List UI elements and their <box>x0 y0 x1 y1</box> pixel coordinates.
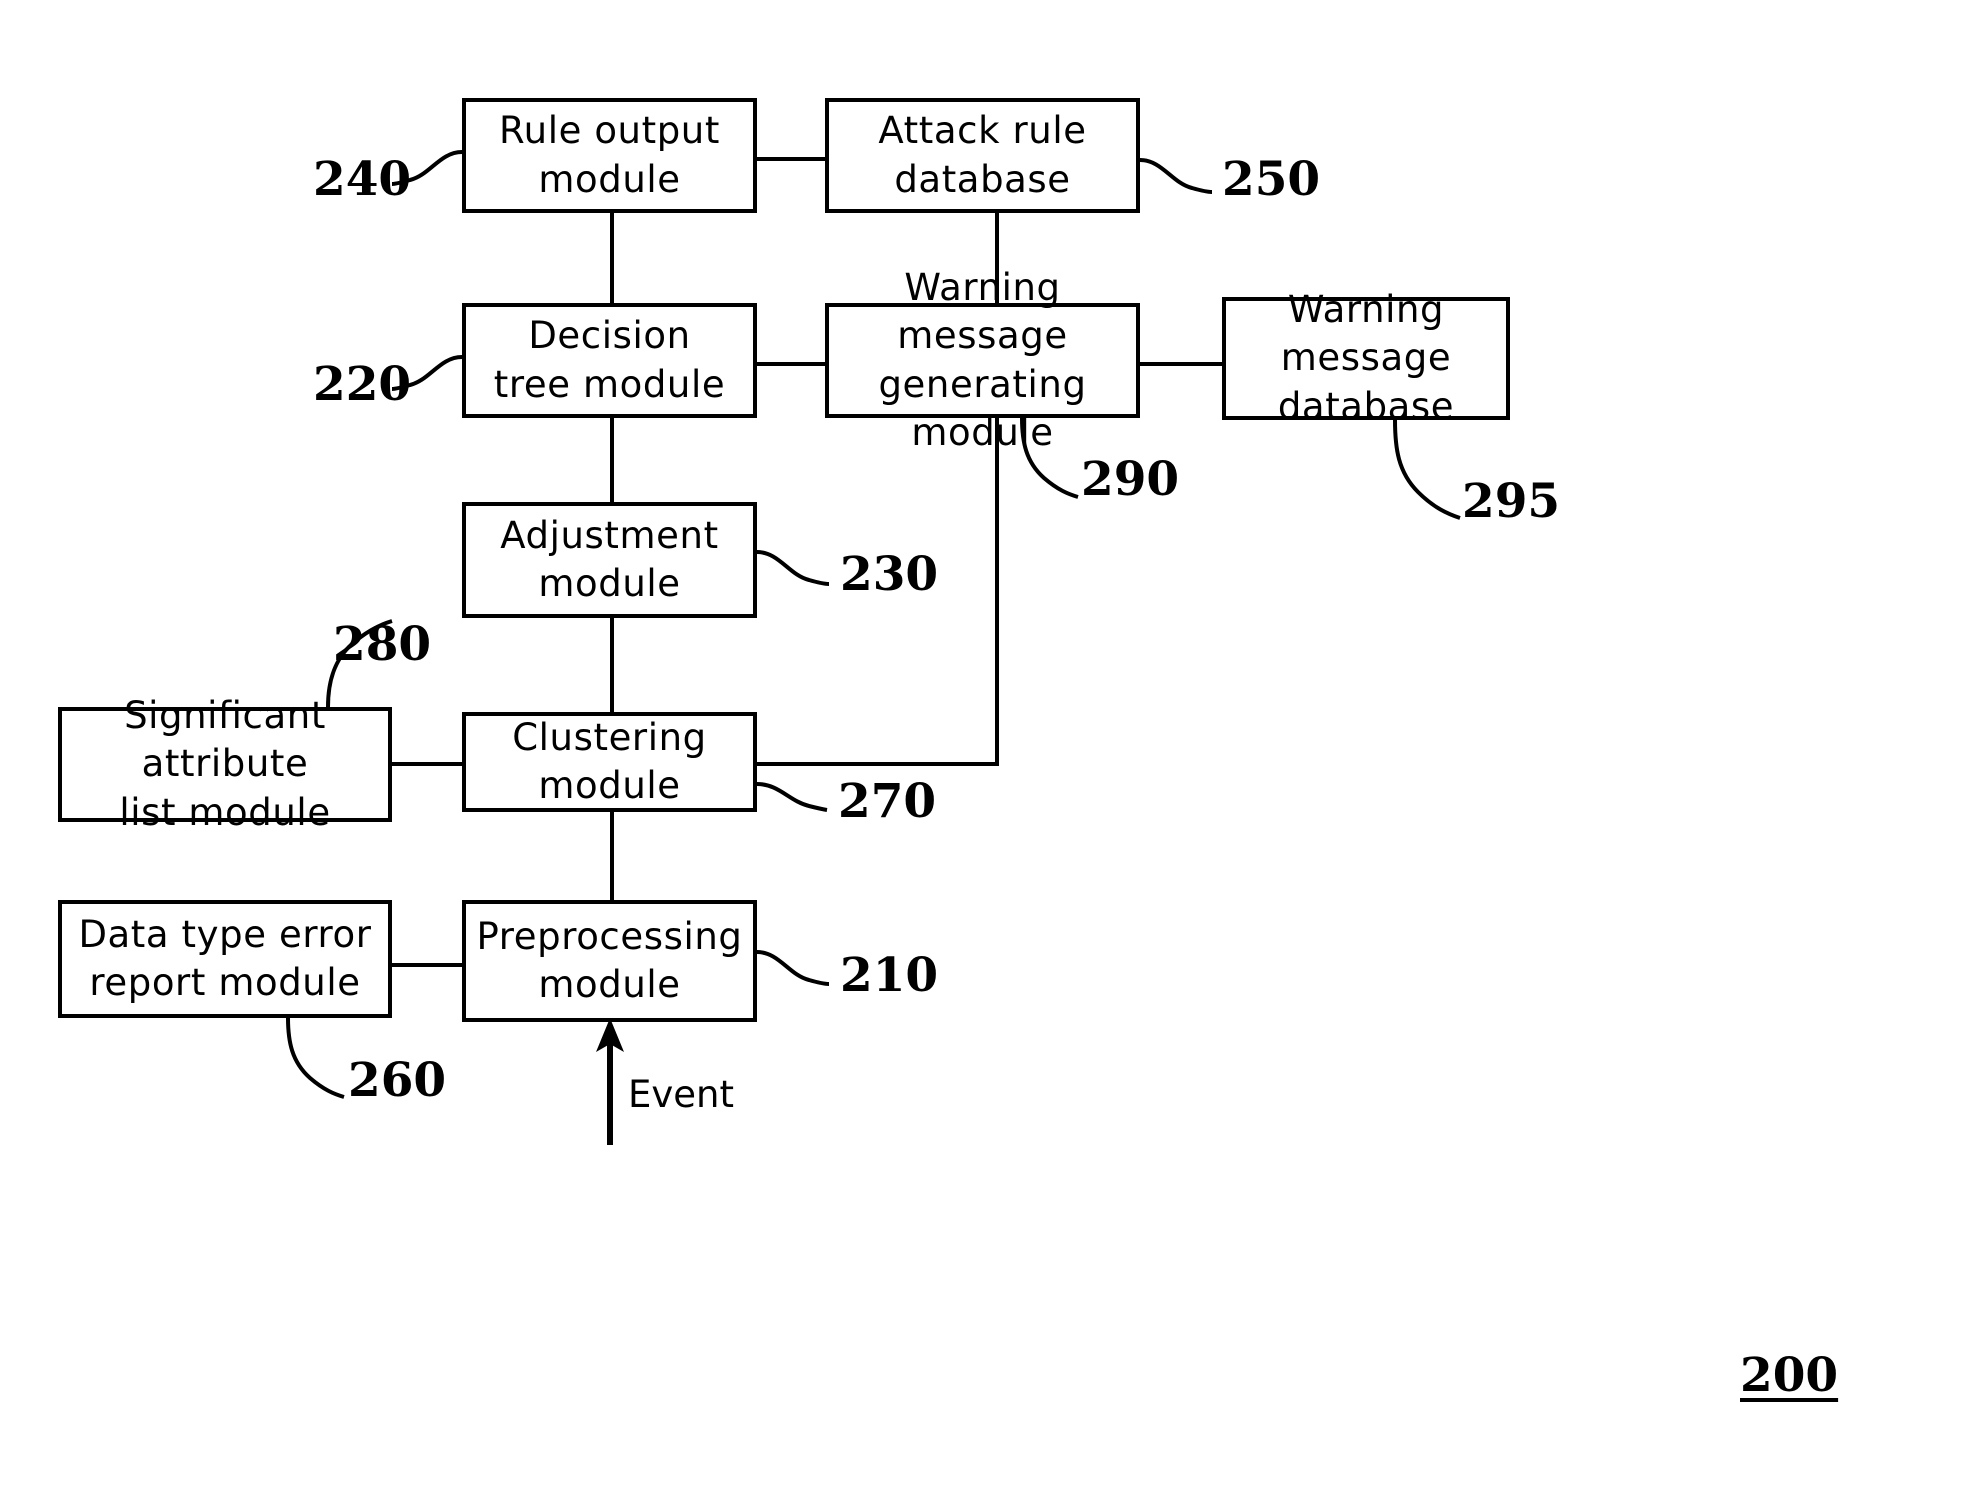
leader-line-295 <box>1393 419 1461 520</box>
connector-clustering-to-preprocessing <box>610 808 614 904</box>
connector-clustering-to-warning-generating-feed <box>753 762 999 766</box>
box-preprocessing-module[interactable]: Preprocessing module <box>462 900 757 1022</box>
box-clustering-module-label: Clustering module <box>512 715 707 807</box>
box-data-type-error-report-module-label: Data type error report module <box>78 912 372 1004</box>
box-attack-rule-database-label: Attack rule database <box>878 109 1087 201</box>
reference-numeral-260: 260 <box>348 1053 447 1108</box>
box-warning-message-database[interactable]: Warning message database <box>1222 288 1510 428</box>
reference-numeral-290: 290 <box>1081 452 1180 507</box>
box-warning-message-database-label: Warning message database <box>1277 288 1455 428</box>
reference-numeral-280: 280 <box>333 617 432 672</box>
leader-line-260 <box>286 1017 345 1099</box>
box-adjustment-module[interactable]: Adjustment module <box>462 502 757 618</box>
connector-warning-generating-down-to-clustering-feed <box>995 414 999 766</box>
connector-decision-tree-to-adjustment <box>610 414 614 506</box>
reference-numeral-210: 210 <box>840 948 939 1003</box>
box-significant-attribute-list-module[interactable]: Significant attribute list module <box>58 694 392 834</box>
box-warning-message-generating-module[interactable]: Warning message generating module <box>825 266 1140 454</box>
box-significant-attribute-list-module-label: Significant attribute list module <box>119 694 331 834</box>
connector-adjustment-to-clustering <box>610 614 614 716</box>
event-input-arrow-head <box>596 1018 624 1052</box>
leader-line-270 <box>756 782 828 812</box>
leader-line-250 <box>1139 158 1213 194</box>
reference-numeral-295: 295 <box>1462 474 1561 529</box>
figure-number-label: 200 <box>1740 1348 1839 1403</box>
connector-warning-generating-to-warning-database <box>1136 362 1226 366</box>
box-adjustment-module-label: Adjustment module <box>500 513 719 605</box>
reference-numeral-250: 250 <box>1222 152 1321 207</box>
box-decision-tree-module-label: Decision tree module <box>493 314 726 406</box>
connector-rule-output-to-attack-rule-database <box>753 157 829 161</box>
box-preprocessing-module-label: Preprocessing module <box>476 914 743 1006</box>
box-data-type-error-report-module[interactable]: Data type error report module <box>58 900 392 1018</box>
event-input-label: Event <box>628 1073 734 1116</box>
box-decision-tree-module[interactable]: Decision tree module <box>462 303 757 418</box>
connector-decision-tree-to-warning-generating <box>753 362 829 366</box>
box-rule-output-module-label: Rule output module <box>499 109 720 201</box>
reference-numeral-220: 220 <box>313 357 412 412</box>
box-attack-rule-database[interactable]: Attack rule database <box>825 98 1140 213</box>
box-clustering-module[interactable]: Clustering module <box>462 712 757 812</box>
reference-numeral-270: 270 <box>838 774 937 829</box>
leader-line-230 <box>756 550 830 586</box>
connector-significant-attribute-to-clustering <box>388 762 466 766</box>
box-warning-message-generating-module-label: Warning message generating module <box>878 266 1087 454</box>
leader-line-210 <box>756 950 830 986</box>
patent-figure-diagram: Rule output module Attack rule database … <box>0 0 1988 1508</box>
reference-numeral-240: 240 <box>313 152 412 207</box>
connector-data-type-error-to-preprocessing <box>388 963 466 967</box>
reference-numeral-230: 230 <box>840 547 939 602</box>
connector-rule-output-to-decision-tree <box>610 209 614 307</box>
box-rule-output-module[interactable]: Rule output module <box>462 98 757 213</box>
